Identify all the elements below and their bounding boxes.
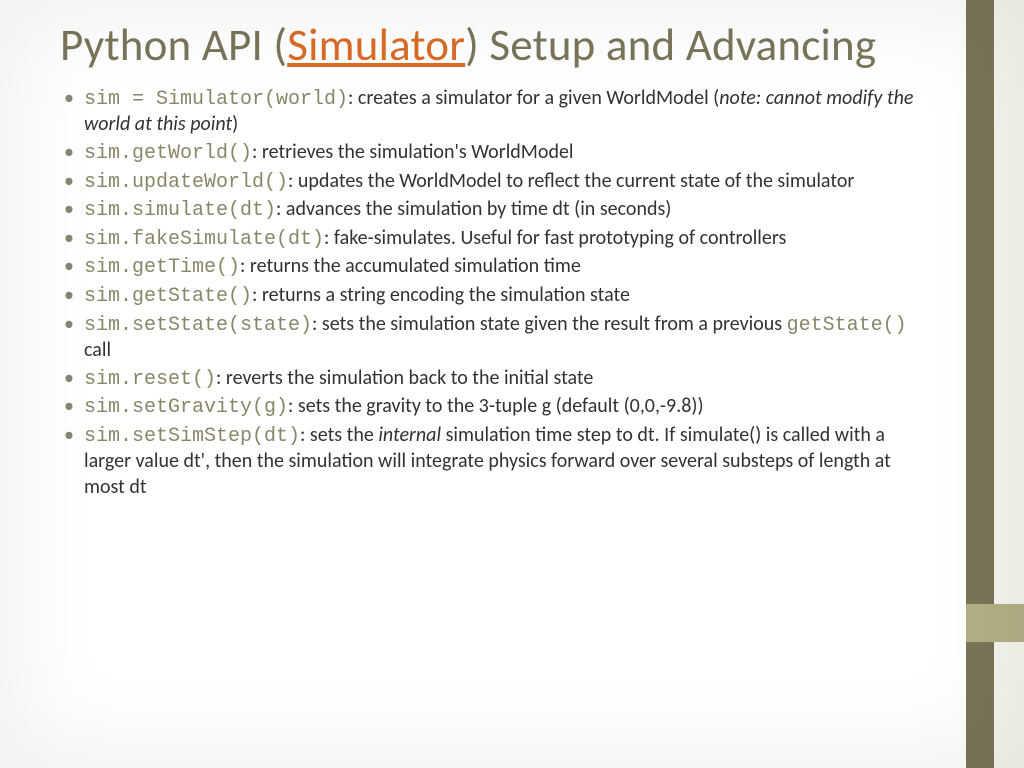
accent-block (966, 604, 1024, 642)
desc-text: : reverts the simulation back to the ini… (216, 366, 593, 390)
desc-text: : retrieves the simulation's WorldModel (252, 140, 573, 164)
code-text: sim.setSimStep(dt) (84, 425, 300, 448)
code-text: sim.simulate(dt) (84, 199, 276, 222)
list-item: sim.setState(state): sets the simulation… (60, 312, 926, 364)
list-item: sim.getWorld(): retrieves the simulation… (60, 140, 926, 167)
code-text: sim.getWorld() (84, 142, 252, 165)
sidebar-light (994, 0, 1024, 768)
bullet-list: sim = Simulator(world): creates a simula… (60, 86, 926, 501)
list-item: sim.setSimStep(dt): sets the internal si… (60, 423, 926, 501)
code-text: sim.updateWorld() (84, 171, 288, 194)
list-item: sim.simulate(dt): advances the simulatio… (60, 197, 926, 224)
code-text: sim.fakeSimulate(dt) (84, 228, 324, 251)
desc-text: : advances the simulation by time dt (in… (276, 197, 671, 221)
list-item: sim.fakeSimulate(dt): fake-simulates. Us… (60, 226, 926, 253)
page-title: Python API (Simulator) Setup and Advanci… (60, 20, 926, 72)
desc-text: : sets the (300, 423, 378, 447)
sidebar-dark (966, 0, 994, 768)
ital-text: internal (378, 423, 441, 447)
desc-text: : returns a string encoding the simulati… (252, 283, 630, 307)
desc-text: : creates a simulator for a given WorldM… (348, 86, 719, 110)
desc-text: : sets the simulation state given the re… (312, 312, 787, 336)
code-text: sim.getState() (84, 285, 252, 308)
desc-text: : updates the WorldModel to reflect the … (288, 169, 854, 193)
desc-text: call (84, 338, 111, 362)
simulator-link[interactable]: Simulator (287, 18, 465, 73)
code-text: getState() (787, 314, 907, 337)
desc-text: ) (232, 112, 238, 136)
code-text: sim.setState(state) (84, 314, 312, 337)
code-text: sim.getTime() (84, 256, 240, 279)
list-item: sim.setGravity(g): sets the gravity to t… (60, 394, 926, 421)
slide-content: Python API (Simulator) Setup and Advanci… (0, 0, 966, 768)
desc-text: : fake-simulates. Useful for fast protot… (324, 226, 786, 250)
list-item: sim.getState(): returns a string encodin… (60, 283, 926, 310)
list-item: sim.reset(): reverts the simulation back… (60, 366, 926, 393)
code-text: sim.reset() (84, 368, 216, 391)
title-prefix: Python API ( (60, 18, 287, 73)
code-text: sim.setGravity(g) (84, 396, 288, 419)
list-item: sim = Simulator(world): creates a simula… (60, 86, 926, 138)
title-suffix: ) Setup and Advancing (465, 18, 876, 73)
code-text: sim = Simulator(world) (84, 88, 348, 111)
desc-text: : sets the gravity to the 3-tuple g (def… (288, 394, 703, 418)
list-item: sim.getTime(): returns the accumulated s… (60, 254, 926, 281)
list-item: sim.updateWorld(): updates the WorldMode… (60, 169, 926, 196)
desc-text: : returns the accumulated simulation tim… (240, 254, 581, 278)
